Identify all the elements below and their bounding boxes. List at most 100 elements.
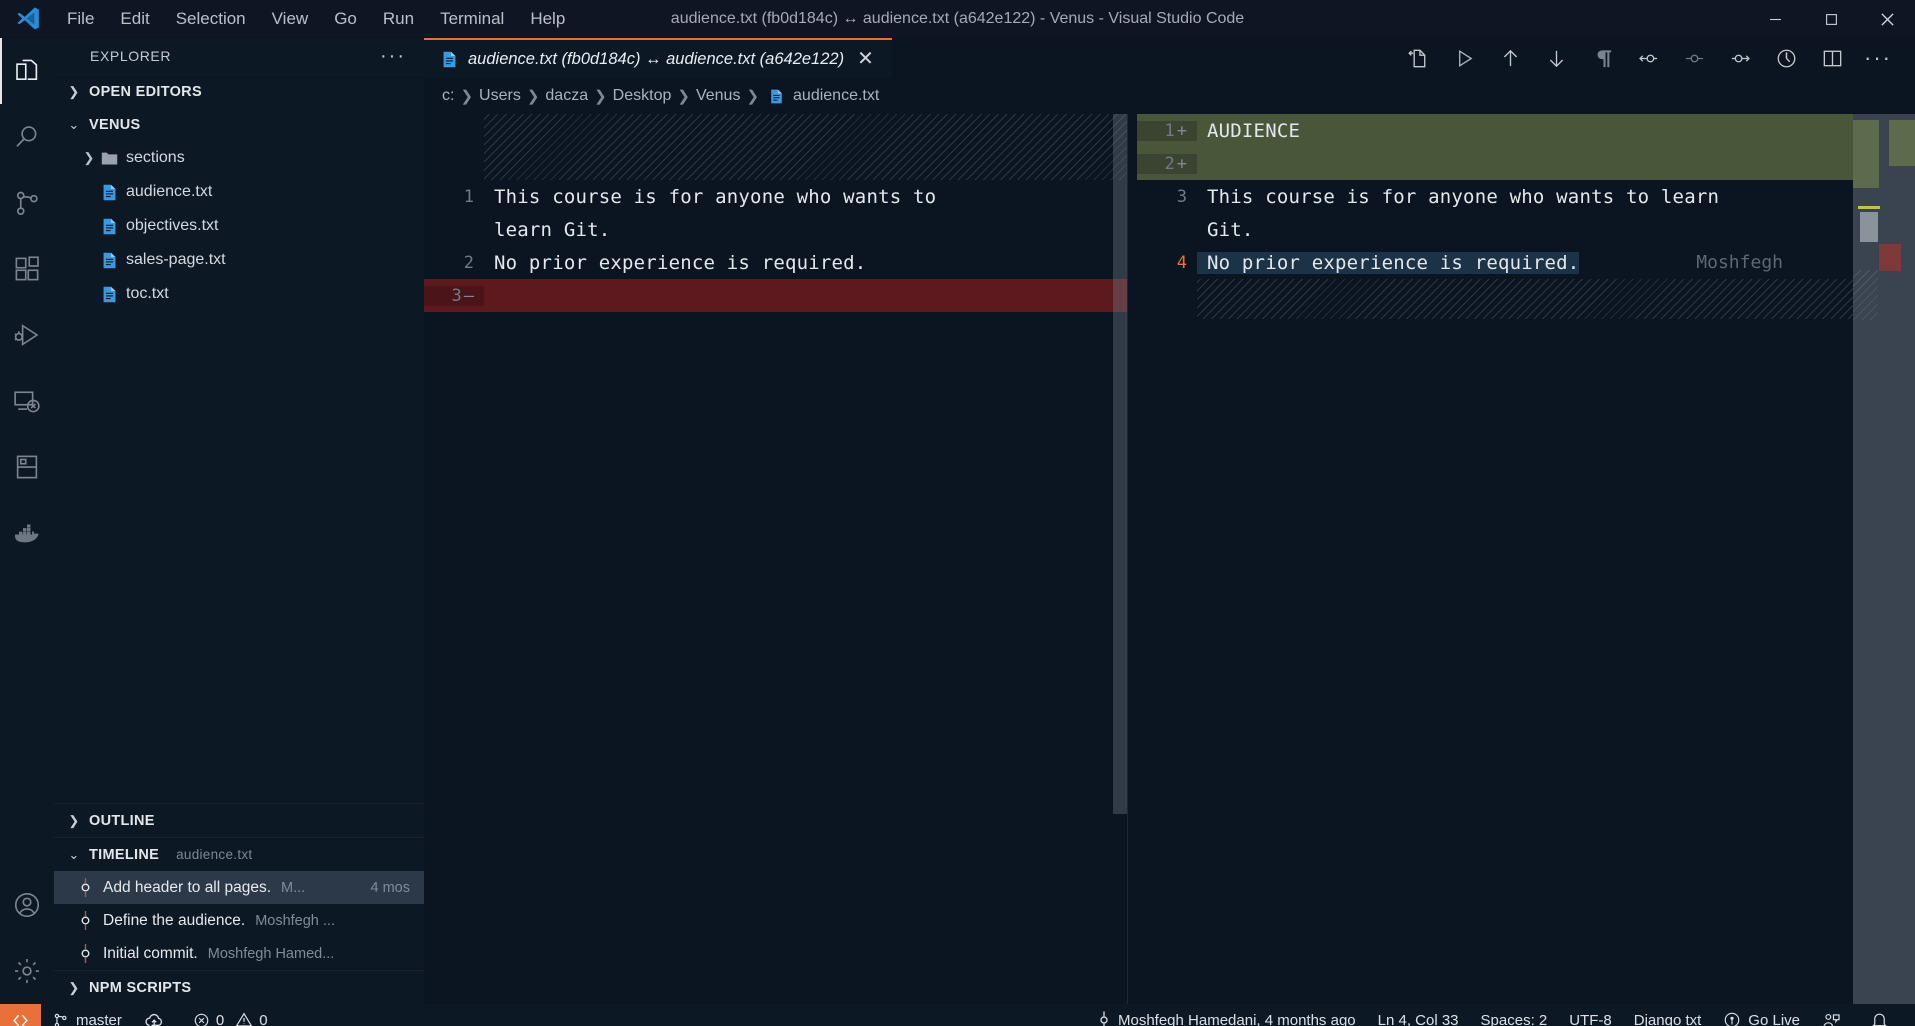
diff-marker-deleted: — [464,286,474,306]
diff-pane-divider[interactable] [1127,114,1137,1004]
line-number-active: 4 [1137,253,1197,273]
breadcrumb-item-dacza[interactable]: dacza [545,87,588,105]
diff-pane-original[interactable]: 1 This course is for anyone who wants to… [424,114,1127,1004]
maximize-button[interactable] [1803,0,1859,38]
git-commit-right-icon[interactable] [1717,38,1763,78]
diff-line [1137,279,1915,319]
warning-icon [235,1011,253,1026]
minimize-button[interactable] [1747,0,1803,38]
tree-item-toc-txt[interactable]: toc.txt [54,277,424,311]
menu-view[interactable]: View [259,5,322,33]
tree-item-audience-txt[interactable]: audience.txt [54,175,424,209]
timeline-item[interactable]: Initial commit. Moshfegh Hamed... [54,937,424,970]
status-problems[interactable]: 0 0 [182,1004,279,1026]
minimap-viewport-slider[interactable] [1860,212,1878,242]
editor-area: audience.txt (fb0d184c) ↔ audience.txt (… [424,38,1915,1004]
editor-scrollbar-original[interactable] [1113,114,1127,1004]
menu-edit[interactable]: Edit [107,5,162,33]
timeline-item[interactable]: Define the audience. Moshfegh ... [54,904,424,937]
scrollbar-thumb[interactable] [1113,114,1127,814]
chevron-right-icon: ❯ [66,84,82,100]
close-button[interactable] [1859,0,1915,38]
section-header-venus[interactable]: ⌄ VENUS [54,108,424,141]
tab-audience-diff[interactable]: audience.txt (fb0d184c) ↔ audience.txt (… [424,38,892,78]
arrow-up-icon[interactable] [1487,38,1533,78]
close-icon[interactable]: ✕ [853,50,878,68]
status-cursor-label: Ln 4, Col 33 [1378,1012,1459,1026]
section-header-outline[interactable]: ❯ OUTLINE [54,804,424,837]
breadcrumb-item-audience-txt[interactable]: audience.txt [793,87,879,105]
status-sync[interactable] [133,1004,182,1026]
outline-label: OUTLINE [89,813,155,829]
git-commit-icon [1097,1011,1111,1026]
activity-docker[interactable] [0,500,54,566]
menu-file[interactable]: File [54,5,107,33]
activity-database[interactable] [0,434,54,500]
pilcrow-icon[interactable] [1579,38,1625,78]
code-text: This course is for anyone who wants to l… [1197,186,1719,208]
folder-icon [100,149,126,168]
section-header-open-editors[interactable]: ❯ OPEN EDITORS [54,75,424,108]
activity-settings[interactable] [0,938,54,1004]
status-language-mode[interactable]: Django txt [1623,1004,1713,1026]
diff-pane-modified[interactable]: 1 + AUDIENCE 2 + 3 This course is for an… [1137,114,1915,1004]
activity-explorer[interactable] [0,38,54,104]
main-region: EXPLORER ··· ❯ OPEN EDITORS ⌄ VENUS ❯ [0,38,1915,1004]
menu-run[interactable]: Run [370,5,427,33]
chevron-right-icon: ❯ [526,87,541,105]
status-notifications[interactable] [1859,1004,1907,1026]
status-blame[interactable]: Moshfegh Hamedani, 4 months ago [1086,1004,1367,1026]
arrow-down-icon[interactable] [1533,38,1579,78]
status-indentation[interactable]: Spaces: 2 [1470,1004,1559,1026]
activity-remote-explorer[interactable] [0,368,54,434]
clock-icon[interactable] [1763,38,1809,78]
open-file-icon[interactable] [1395,38,1441,78]
menu-selection[interactable]: Selection [163,5,259,33]
diff-line: learn Git. [424,213,1127,246]
breadcrumb-item-desktop[interactable]: Desktop [613,87,672,105]
tree-item-sections[interactable]: ❯ sections [54,141,424,175]
activity-source-control[interactable] [0,170,54,236]
code-text: AUDIENCE [1197,120,1300,142]
ellipsis-icon[interactable]: ··· [380,50,406,62]
git-commit-icon [78,878,93,897]
status-go-live[interactable]: Go Live [1712,1004,1811,1026]
git-commit-left-icon[interactable] [1625,38,1671,78]
workspace-section: ⌄ VENUS [54,108,424,141]
breadcrumb-item-c[interactable]: c: [442,87,454,105]
status-feedback[interactable] [1811,1004,1859,1026]
activity-extensions[interactable] [0,236,54,302]
status-blame-label: Moshfegh Hamedani, 4 months ago [1118,1012,1356,1026]
status-remote-indicator[interactable] [0,1004,41,1026]
menu-terminal[interactable]: Terminal [427,5,517,33]
minimap[interactable] [1853,114,1915,1004]
ellipsis-icon[interactable]: ··· [1855,38,1901,78]
chevron-right-icon: ❯ [459,87,474,105]
section-header-npm-scripts[interactable]: ❯ NPM SCRIPTS [54,971,424,1004]
activity-search[interactable] [0,104,54,170]
git-commit-icon[interactable] [1671,38,1717,78]
status-branch[interactable]: master [41,1004,133,1026]
status-cursor-position[interactable]: Ln 4, Col 33 [1367,1004,1470,1026]
activity-run-and-debug[interactable] [0,302,54,368]
tree-item-sales-page-txt[interactable]: sales-page.txt [54,243,424,277]
timeline-item[interactable]: Add header to all pages. M... 4 mos [54,871,424,904]
window-controls [1747,0,1915,38]
diff-filler-hatch [484,114,1127,180]
section-header-timeline[interactable]: ⌄ TIMELINE audience.txt [54,838,424,871]
breadcrumb-item-users[interactable]: Users [479,87,521,105]
tree-item-objectives-txt[interactable]: objectives.txt [54,209,424,243]
minimap-hatch [1853,270,1878,320]
breadcrumb-item-venus[interactable]: Venus [696,87,740,105]
diff-filler-hatch [1197,279,1915,319]
menu-go[interactable]: Go [321,5,370,33]
sidebar: EXPLORER ··· ❯ OPEN EDITORS ⌄ VENUS ❯ [54,38,424,1004]
inline-blame-annotation: Moshfegh [1696,252,1783,273]
outline-section: ❯ OUTLINE [54,803,424,837]
title-bar: File Edit Selection View Go Run Terminal… [0,0,1915,38]
status-encoding[interactable]: UTF-8 [1558,1004,1623,1026]
play-icon[interactable] [1441,38,1487,78]
split-editor-icon[interactable] [1809,38,1855,78]
menu-help[interactable]: Help [517,5,578,33]
activity-accounts[interactable] [0,872,54,938]
